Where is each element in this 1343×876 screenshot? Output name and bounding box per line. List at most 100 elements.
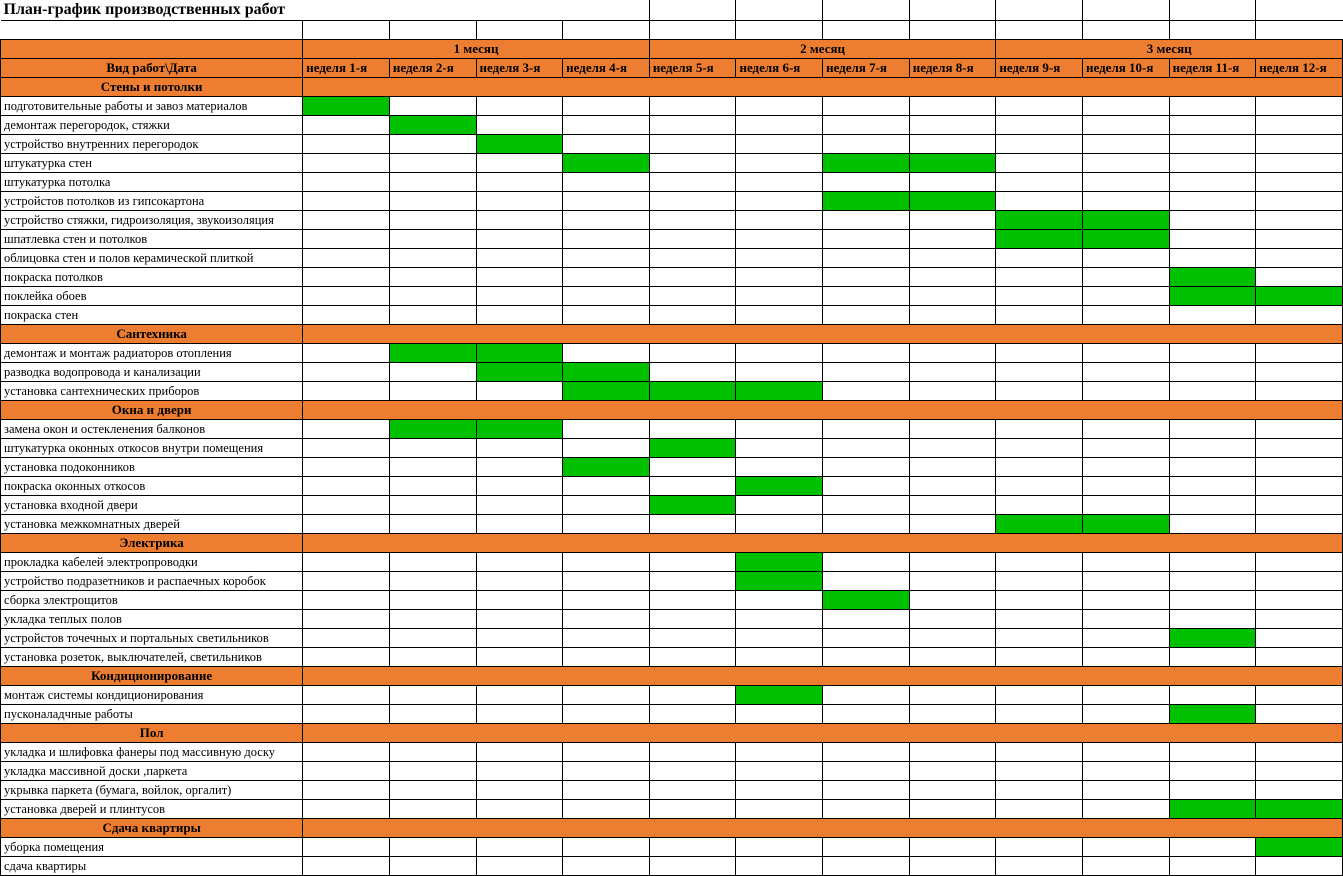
- empty-cell: [823, 0, 910, 21]
- week-header: неделя 4-я: [563, 59, 650, 78]
- gantt-cell: [563, 268, 650, 287]
- task-label: устройстов точечных и портальных светиль…: [1, 629, 303, 648]
- gantt-cell: [1169, 211, 1256, 230]
- gantt-cell: [909, 135, 996, 154]
- gantt-cell: [823, 743, 910, 762]
- gantt-cell: [389, 553, 476, 572]
- gantt-cell: [563, 116, 650, 135]
- gantt-cell: [996, 230, 1083, 249]
- gantt-cell: [823, 230, 910, 249]
- empty-cell: [563, 21, 650, 40]
- gantt-cell: [823, 268, 910, 287]
- gantt-cell: [823, 648, 910, 667]
- gantt-cell: [1169, 572, 1256, 591]
- gantt-cell: [736, 705, 823, 724]
- gantt-cell: [996, 211, 1083, 230]
- gantt-cell: [909, 800, 996, 819]
- gantt-cell: [389, 591, 476, 610]
- gantt-cell: [909, 363, 996, 382]
- week-header: неделя 2-я: [389, 59, 476, 78]
- gantt-cell: [649, 743, 736, 762]
- gantt-cell: [996, 173, 1083, 192]
- gantt-cell: [389, 439, 476, 458]
- gantt-cell: [303, 116, 390, 135]
- gantt-cell: [823, 515, 910, 534]
- gantt-cell: [1083, 268, 1170, 287]
- gantt-cell: [1256, 344, 1343, 363]
- gantt-cell: [996, 154, 1083, 173]
- gantt-cell: [476, 135, 563, 154]
- task-label: подготовительные работы и завоз материал…: [1, 97, 303, 116]
- gantt-cell: [303, 781, 390, 800]
- task-label: штукатурка оконных откосов внутри помеще…: [1, 439, 303, 458]
- task-label: установка межкомнатных дверей: [1, 515, 303, 534]
- section-header-fill: [303, 401, 1343, 420]
- gantt-cell: [1083, 800, 1170, 819]
- gantt-cell: [909, 781, 996, 800]
- gantt-cell: [909, 230, 996, 249]
- gantt-cell: [563, 838, 650, 857]
- gantt-cell: [996, 857, 1083, 876]
- gantt-cell: [1256, 249, 1343, 268]
- gantt-cell: [476, 211, 563, 230]
- gantt-cell: [1256, 135, 1343, 154]
- gantt-cell: [1083, 610, 1170, 629]
- gantt-cell: [563, 610, 650, 629]
- gantt-cell: [649, 287, 736, 306]
- gantt-cell: [736, 515, 823, 534]
- empty-cell: [823, 21, 910, 40]
- gantt-cell: [476, 800, 563, 819]
- gantt-cell: [909, 762, 996, 781]
- section-header-fill: [303, 724, 1343, 743]
- gantt-cell: [649, 249, 736, 268]
- gantt-cell: [476, 553, 563, 572]
- gantt-cell: [389, 800, 476, 819]
- document-title: План-график производственных работ: [1, 0, 650, 21]
- gantt-cell: [476, 382, 563, 401]
- gantt-cell: [736, 211, 823, 230]
- gantt-cell: [1169, 629, 1256, 648]
- gantt-cell: [823, 762, 910, 781]
- gantt-cell: [996, 610, 1083, 629]
- gantt-cell: [389, 686, 476, 705]
- gantt-cell: [736, 192, 823, 211]
- gantt-cell: [909, 382, 996, 401]
- gantt-cell: [476, 173, 563, 192]
- gantt-cell: [1169, 591, 1256, 610]
- gantt-cell: [1083, 173, 1170, 192]
- gantt-cell: [476, 591, 563, 610]
- section-header: Стены и потолки: [1, 78, 303, 97]
- gantt-cell: [303, 363, 390, 382]
- gantt-cell: [389, 515, 476, 534]
- gantt-cell: [563, 591, 650, 610]
- column-header-label: Вид работ\Дата: [1, 59, 303, 78]
- gantt-cell: [303, 686, 390, 705]
- gantt-cell: [563, 648, 650, 667]
- gantt-cell: [649, 135, 736, 154]
- gantt-cell: [736, 363, 823, 382]
- week-header: неделя 12-я: [1256, 59, 1343, 78]
- gantt-cell: [476, 344, 563, 363]
- gantt-cell: [563, 629, 650, 648]
- gantt-cell: [563, 800, 650, 819]
- gantt-cell: [996, 515, 1083, 534]
- empty-cell: [909, 0, 996, 21]
- gantt-cell: [1083, 553, 1170, 572]
- gantt-cell: [736, 116, 823, 135]
- gantt-cell: [909, 591, 996, 610]
- gantt-cell: [476, 287, 563, 306]
- gantt-cell: [1256, 154, 1343, 173]
- gantt-cell: [909, 268, 996, 287]
- gantt-cell: [996, 135, 1083, 154]
- gantt-cell: [476, 496, 563, 515]
- empty-cell: [303, 21, 390, 40]
- gantt-cell: [909, 97, 996, 116]
- gantt-cell: [476, 439, 563, 458]
- week-header: неделя 10-я: [1083, 59, 1170, 78]
- gantt-cell: [389, 116, 476, 135]
- gantt-cell: [1256, 477, 1343, 496]
- empty-cell: [736, 21, 823, 40]
- task-label: установка подоконников: [1, 458, 303, 477]
- gantt-cell: [389, 838, 476, 857]
- gantt-cell: [1169, 800, 1256, 819]
